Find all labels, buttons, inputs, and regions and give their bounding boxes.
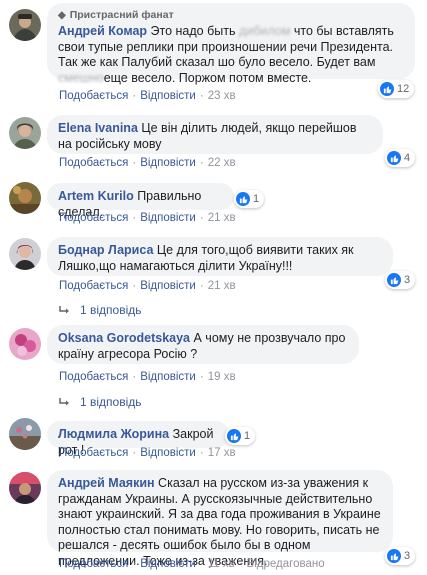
- comment-text-part: Это надо быть: [150, 24, 236, 38]
- reaction-number: 4: [404, 152, 411, 164]
- badge-label: Пристрасний фанат: [69, 9, 174, 21]
- avatar[interactable]: [9, 472, 41, 504]
- thumbs-up-icon: [387, 273, 401, 287]
- comment-bubble: Oksana Gorodetskaya А чому не прозвучало…: [47, 325, 359, 364]
- comment-actions: Подобається · Відповісти · 22 хв: [59, 157, 236, 169]
- reaction-count[interactable]: 12: [378, 80, 415, 98]
- thumbs-up-icon: [387, 549, 401, 563]
- reply-link[interactable]: Відповісти: [140, 157, 196, 169]
- comment-actions: Подобається · Відповісти · 19 хв: [59, 371, 236, 383]
- like-link[interactable]: Подобається: [59, 212, 128, 224]
- thumbs-up-icon: [227, 429, 241, 443]
- reply-link[interactable]: Відповісти: [140, 558, 196, 570]
- comment-author[interactable]: Андрей Комар: [58, 24, 147, 38]
- separator: ·: [132, 280, 137, 292]
- censored-word: смешно: [58, 70, 104, 85]
- like-link[interactable]: Подобається: [59, 371, 128, 383]
- comment-actions: Подобається · Відповісти · 21 хв: [59, 212, 236, 224]
- comment-bubble: Artem Kurilo Правильно сделал.: [47, 183, 234, 219]
- top-fan-badge: ◆ Пристрасний фанат: [58, 9, 405, 22]
- comment-bubble: Андрей Маякин Сказал на русском из-за ув…: [47, 470, 393, 568]
- avatar[interactable]: [9, 418, 41, 450]
- reaction-count[interactable]: 1: [234, 190, 265, 208]
- separator: ·: [132, 157, 137, 169]
- replies-count: 1 відповідь: [80, 303, 142, 317]
- like-link[interactable]: Подобається: [59, 447, 128, 459]
- like-link[interactable]: Подобається: [59, 90, 128, 102]
- comment-actions: Подобається · Відповісти · 17 хв: [59, 447, 236, 459]
- like-link[interactable]: Подобається: [59, 558, 128, 570]
- reaction-number: 1: [244, 430, 251, 442]
- timestamp[interactable]: 11 хв: [208, 558, 235, 570]
- reply-arrow-icon: [59, 398, 69, 406]
- timestamp[interactable]: 23 хв: [208, 90, 236, 102]
- separator: ·: [132, 90, 137, 102]
- separator: ·: [132, 447, 137, 459]
- comment-author[interactable]: Людмила Жорина: [58, 427, 169, 441]
- reaction-number: 1: [253, 193, 260, 205]
- avatar[interactable]: [9, 238, 41, 270]
- avatar[interactable]: [9, 182, 41, 214]
- separator: ·: [199, 90, 204, 102]
- like-link[interactable]: Подобається: [59, 157, 128, 169]
- comment-author[interactable]: Elena Ivanina: [58, 121, 138, 135]
- comment-author[interactable]: Андрей Маякин: [58, 476, 155, 490]
- timestamp[interactable]: 17 хв: [208, 447, 236, 459]
- timestamp[interactable]: 22 хв: [208, 157, 236, 169]
- thumbs-up-icon: [236, 192, 250, 206]
- comment-author[interactable]: Artem Kurilo: [58, 189, 134, 203]
- reply-link[interactable]: Відповісти: [140, 371, 196, 383]
- reaction-number: 3: [404, 274, 411, 286]
- censored-word: дибилом: [238, 24, 291, 38]
- comment-bubble: Боднар Лариса Це для того,щоб виявити та…: [47, 237, 393, 276]
- separator: ·: [238, 558, 243, 570]
- separator: ·: [199, 447, 204, 459]
- separator: ·: [199, 558, 204, 570]
- comment-actions: Подобається · Відповісти · 21 хв: [59, 280, 236, 292]
- comment-author[interactable]: Oksana Gorodetskaya: [58, 331, 190, 345]
- reaction-number: 3: [404, 550, 411, 562]
- comment-actions: Подобається · Відповісти · 11 хв · Відредагова…: [59, 558, 325, 570]
- timestamp[interactable]: 21 хв: [208, 280, 236, 292]
- avatar[interactable]: [9, 117, 41, 149]
- timestamp[interactable]: 19 хв: [208, 371, 236, 383]
- reply-link[interactable]: Відповісти: [140, 212, 196, 224]
- comment-bubble: Людмила Жорина Закрой рот !: [47, 421, 229, 457]
- view-replies-link[interactable]: 1 відповідь: [59, 303, 142, 317]
- replies-count: 1 відповідь: [80, 395, 142, 409]
- avatar[interactable]: [9, 328, 41, 360]
- comment-text-part: еще весело. Поржом потом вместе.: [103, 70, 312, 85]
- separator: ·: [199, 371, 204, 383]
- thumbs-up-icon: [387, 151, 401, 165]
- thumbs-up-icon: [380, 82, 394, 96]
- comment-author[interactable]: Боднар Лариса: [58, 243, 153, 257]
- comment-actions: Подобається · Відповісти · 23 хв: [59, 90, 236, 102]
- reply-link[interactable]: Відповісти: [140, 447, 196, 459]
- reply-link[interactable]: Відповісти: [140, 280, 196, 292]
- separator: ·: [132, 212, 137, 224]
- separator: ·: [199, 157, 204, 169]
- separator: ·: [132, 558, 137, 570]
- timestamp[interactable]: 21 хв: [208, 212, 236, 224]
- comment-bubble: ◆ Пристрасний фанат Андрей Комар Это надо…: [47, 3, 415, 85]
- diamond-icon: ◆: [58, 10, 66, 21]
- separator: ·: [199, 212, 204, 224]
- separator: ·: [132, 371, 137, 383]
- reaction-number: 12: [397, 83, 410, 95]
- edited-label[interactable]: Відредаговано: [247, 558, 325, 570]
- reply-link[interactable]: Відповісти: [140, 90, 196, 102]
- reply-arrow-icon: [59, 306, 69, 314]
- reaction-count[interactable]: 1: [225, 427, 256, 445]
- avatar[interactable]: [9, 9, 41, 41]
- reaction-count[interactable]: 3: [385, 547, 416, 565]
- reaction-count[interactable]: 3: [385, 271, 416, 289]
- comment-bubble: Elena Ivanina Це він ділить людей, якщо …: [47, 115, 383, 154]
- separator: ·: [199, 280, 204, 292]
- reaction-count[interactable]: 4: [385, 149, 416, 167]
- view-replies-link[interactable]: 1 відповідь: [59, 395, 142, 409]
- like-link[interactable]: Подобається: [59, 280, 128, 292]
